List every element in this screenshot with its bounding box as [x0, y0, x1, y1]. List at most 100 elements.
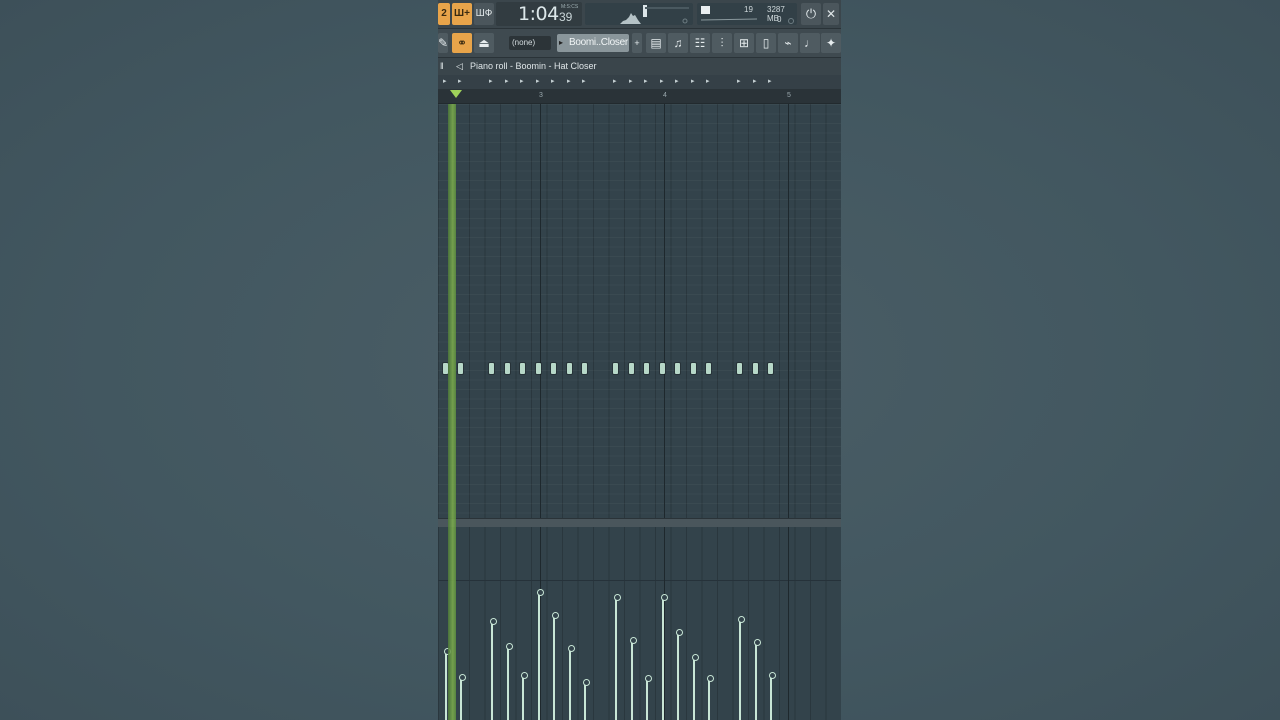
- add-channel-icon[interactable]: +: [632, 33, 642, 53]
- velocity-stem[interactable]: [739, 620, 741, 720]
- project-icon[interactable]: ▯: [756, 33, 776, 53]
- timeline-ruler[interactable]: 3 4 5: [438, 89, 841, 104]
- power-icon[interactable]: ⏻: [801, 3, 821, 25]
- velocity-stem[interactable]: [460, 678, 462, 720]
- note[interactable]: [629, 363, 634, 374]
- step-edit-button[interactable]: ШФ: [474, 3, 494, 25]
- velocity-stem[interactable]: [615, 598, 617, 720]
- note[interactable]: [458, 363, 463, 374]
- speaker-icon[interactable]: ◁: [456, 58, 463, 75]
- note[interactable]: [613, 363, 618, 374]
- note-marker-icon[interactable]: ▸: [737, 77, 741, 85]
- velocity-stem[interactable]: [708, 679, 710, 720]
- note[interactable]: [675, 363, 680, 374]
- fl-logo-icon[interactable]: ✦: [821, 33, 841, 53]
- velocity-stem[interactable]: [569, 649, 571, 720]
- velocity-stem[interactable]: [445, 652, 447, 720]
- note-marker-icon[interactable]: ▸: [567, 77, 571, 85]
- note-grid[interactable]: [438, 104, 841, 518]
- velocity-handle[interactable]: [552, 612, 559, 619]
- cpu-memory-panel[interactable]: 19 3287 MB 0: [697, 3, 797, 25]
- snap-select[interactable]: (none): [509, 36, 551, 50]
- note-marker-icon[interactable]: ▸: [660, 77, 664, 85]
- note[interactable]: [489, 363, 494, 374]
- velocity-stem[interactable]: [584, 683, 586, 720]
- note-marker-icon[interactable]: ▸: [706, 77, 710, 85]
- note-marker-icon[interactable]: ▸: [582, 77, 586, 85]
- pencil-icon[interactable]: ✎: [438, 33, 448, 53]
- note[interactable]: [536, 363, 541, 374]
- playhead-marker-icon[interactable]: [450, 90, 462, 98]
- velocity-stem[interactable]: [770, 676, 772, 720]
- velocity-handle[interactable]: [506, 643, 513, 650]
- note-marker-icon[interactable]: ▸: [505, 77, 509, 85]
- note-marker-icon[interactable]: ▸: [644, 77, 648, 85]
- channel-select[interactable]: ▸ Boomi..Closer: [557, 34, 629, 52]
- note-marker-icon[interactable]: ▸: [753, 77, 757, 85]
- note-marker-icon[interactable]: ▸: [536, 77, 540, 85]
- velocity-handle[interactable]: [692, 654, 699, 661]
- note-marker-icon[interactable]: ▸: [489, 77, 493, 85]
- mixer-icon[interactable]: ⫶: [712, 33, 732, 53]
- song-time-display[interactable]: 1:04 M:S:CS 39: [496, 2, 582, 26]
- tempo-icon[interactable]: ♩: [800, 33, 820, 53]
- note-marker-icon[interactable]: ▸: [613, 77, 617, 85]
- velocity-stem[interactable]: [677, 633, 679, 720]
- oscilloscope-monitor[interactable]: [585, 3, 693, 25]
- note-marker-icon[interactable]: ▸: [768, 77, 772, 85]
- stamp-icon[interactable]: ⏏: [474, 33, 494, 53]
- velocity-stem[interactable]: [646, 679, 648, 720]
- velocity-handle[interactable]: [676, 629, 683, 636]
- typing-keyboard-button[interactable]: Ш+: [452, 3, 472, 25]
- close-icon[interactable]: ✕: [823, 3, 839, 25]
- note[interactable]: [660, 363, 665, 374]
- velocity-handle[interactable]: [769, 672, 776, 679]
- velocity-handle[interactable]: [568, 645, 575, 652]
- note-marker-icon[interactable]: ▸: [551, 77, 555, 85]
- note[interactable]: [505, 363, 510, 374]
- magnet-snap-icon[interactable]: ⚭: [452, 33, 472, 53]
- velocity-stem[interactable]: [522, 676, 524, 720]
- playlist-icon[interactable]: ▤: [646, 33, 666, 53]
- note-marker-icon[interactable]: ▸: [691, 77, 695, 85]
- velocity-handle[interactable]: [754, 639, 761, 646]
- velocity-stem[interactable]: [631, 641, 633, 720]
- velocity-stem[interactable]: [507, 647, 509, 720]
- note-marker-row[interactable]: ▸ ▸ ▸ ▸ ▸ ▸ ▸ ▸ ▸ ▸ ▸ ▸ ▸ ▸ ▸ ▸ ▸ ▸ ▸: [438, 75, 841, 89]
- piano-roll-icon[interactable]: ♫: [668, 33, 688, 53]
- note-marker-icon[interactable]: ▸: [443, 77, 447, 85]
- velocity-handle[interactable]: [645, 675, 652, 682]
- playhead[interactable]: [448, 104, 456, 720]
- note[interactable]: [753, 363, 758, 374]
- piano-roll-titlebar[interactable]: ‖ ◁ Piano roll - Boomin - Hat Closer: [438, 58, 841, 75]
- velocity-stem[interactable]: [662, 598, 664, 720]
- velocity-stem[interactable]: [755, 643, 757, 720]
- velocity-lane[interactable]: [438, 527, 841, 720]
- note[interactable]: [691, 363, 696, 374]
- velocity-stem[interactable]: [693, 658, 695, 720]
- note[interactable]: [520, 363, 525, 374]
- note[interactable]: [644, 363, 649, 374]
- note[interactable]: [706, 363, 711, 374]
- velocity-handle[interactable]: [738, 616, 745, 623]
- channel-rack-icon[interactable]: ☷: [690, 33, 710, 53]
- note[interactable]: [737, 363, 742, 374]
- velocity-stem[interactable]: [491, 622, 493, 720]
- note[interactable]: [551, 363, 556, 374]
- note-marker-icon[interactable]: ▸: [675, 77, 679, 85]
- velocity-stem[interactable]: [553, 616, 555, 720]
- note[interactable]: [582, 363, 587, 374]
- velocity-handle[interactable]: [583, 679, 590, 686]
- pause-icon[interactable]: ‖: [440, 58, 444, 75]
- note[interactable]: [768, 363, 773, 374]
- velocity-handle[interactable]: [537, 589, 544, 596]
- note-marker-icon[interactable]: ▸: [520, 77, 524, 85]
- velocity-handle[interactable]: [630, 637, 637, 644]
- velocity-handle[interactable]: [614, 594, 621, 601]
- plugin-icon[interactable]: ⌁: [778, 33, 798, 53]
- velocity-handle[interactable]: [459, 674, 466, 681]
- pattern-number-button[interactable]: 2: [438, 3, 450, 25]
- velocity-handle[interactable]: [490, 618, 497, 625]
- browser-icon[interactable]: ⊞: [734, 33, 754, 53]
- velocity-handle[interactable]: [661, 594, 668, 601]
